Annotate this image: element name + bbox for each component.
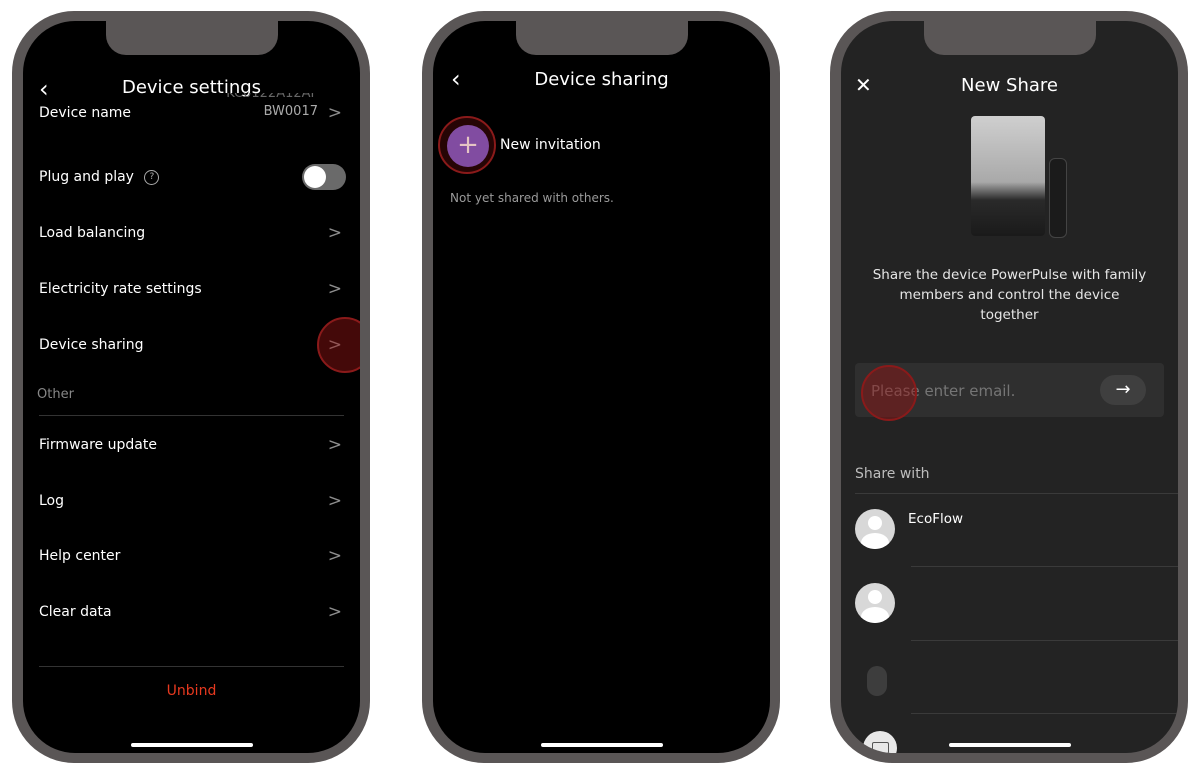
help-center-row[interactable]: Help center >: [23, 536, 360, 576]
home-indicator: [130, 743, 253, 747]
load-balancing-label: Load balancing: [39, 225, 146, 241]
share-description: Share the device PowerPulse with family …: [872, 267, 1147, 323]
device-charger-plug: [1049, 158, 1067, 238]
clear-data-row[interactable]: Clear data >: [23, 592, 360, 632]
divider: [911, 566, 1178, 567]
section-other-label: Other: [37, 387, 74, 402]
faint-avatar: [867, 666, 887, 696]
screen-device-sharing: ‹ Device sharing + New invitation Not ye…: [433, 21, 770, 753]
avatar-head: [868, 590, 882, 604]
screen-device-settings: ‹ Device settings Device name KC0122A12A…: [23, 21, 360, 753]
device-image: [971, 116, 1067, 240]
share-with-label: Share with: [855, 466, 930, 482]
new-invitation-label: New invitation: [500, 137, 601, 153]
log-row[interactable]: Log >: [23, 481, 360, 521]
home-indicator: [948, 743, 1071, 747]
new-invitation-button[interactable]: + New invitation: [438, 116, 647, 174]
device-name-label: Device name: [39, 105, 132, 121]
phone-device-settings: ‹ Device settings Device name KC0122A12A…: [12, 11, 370, 763]
avatar-body: [861, 607, 889, 623]
email-field[interactable]: [869, 363, 1073, 419]
chevron-right-icon: >: [327, 602, 342, 622]
device-name-value-line1: KC0122A12AF: [226, 93, 318, 101]
contact-name: EcoFlow: [908, 511, 964, 527]
avatar-head: [868, 516, 882, 530]
device-glyph: [872, 742, 889, 753]
chevron-right-icon: >: [327, 546, 342, 566]
page-title: New Share: [961, 75, 1058, 96]
avatar: [855, 583, 895, 623]
chevron-right-icon: >: [327, 491, 342, 511]
device-name-value-line2: BW0017: [263, 104, 318, 119]
device-sharing-row[interactable]: Device sharing >: [23, 325, 360, 365]
chevron-right-icon: >: [327, 279, 342, 299]
screen-new-share: ✕ New Share Share the device PowerPulse …: [841, 21, 1178, 753]
submit-arrow-button[interactable]: →: [1100, 375, 1146, 405]
phone-device-sharing: ‹ Device sharing + New invitation Not ye…: [422, 11, 780, 763]
electricity-rate-row[interactable]: Electricity rate settings >: [23, 269, 360, 309]
contact-item[interactable]: EcoFlow: [841, 497, 1178, 567]
divider: [855, 493, 1178, 494]
phone-notch: [105, 21, 278, 55]
chevron-right-icon: >: [327, 435, 342, 455]
chevron-right-icon: >: [327, 103, 342, 123]
help-center-label: Help center: [39, 548, 121, 564]
empty-state-text: Not yet shared with others.: [450, 191, 614, 205]
plug-and-play-text: Plug and play: [39, 169, 134, 185]
clear-data-label: Clear data: [39, 604, 112, 620]
divider: [39, 415, 344, 416]
toggle-knob: [304, 166, 326, 188]
device-name-value: KC0122A12AF BW0017: [226, 93, 318, 121]
avatar: [855, 509, 895, 549]
firmware-update-row[interactable]: Firmware update >: [23, 425, 360, 465]
divider: [911, 713, 1178, 714]
contact-item[interactable]: [841, 571, 1178, 641]
device-name-row[interactable]: Device name KC0122A12AF BW0017 >: [23, 93, 360, 133]
unbind-button[interactable]: Unbind: [23, 683, 360, 699]
device-charger-body: [971, 116, 1045, 236]
page-title: Device sharing: [534, 69, 669, 90]
plug-and-play-row: Plug and play ?: [23, 157, 360, 197]
email-input-container: →: [855, 363, 1164, 419]
home-indicator: [540, 743, 663, 747]
device-sharing-label: Device sharing: [39, 337, 144, 353]
load-balancing-row[interactable]: Load balancing >: [23, 213, 360, 253]
device-avatar-icon: [863, 731, 897, 753]
electricity-rate-label: Electricity rate settings: [39, 281, 202, 297]
chevron-right-icon: >: [327, 335, 342, 355]
chevron-right-icon: >: [327, 223, 342, 243]
log-label: Log: [39, 493, 65, 509]
plug-and-play-toggle[interactable]: [302, 164, 346, 190]
divider: [39, 666, 344, 667]
plus-circle-icon: +: [447, 125, 489, 167]
phone-notch: [515, 21, 688, 55]
plug-and-play-label: Plug and play ?: [39, 169, 160, 185]
divider: [911, 640, 1178, 641]
firmware-update-label: Firmware update: [39, 437, 157, 453]
phone-notch: [923, 21, 1096, 55]
phone-new-share: ✕ New Share Share the device PowerPulse …: [830, 11, 1188, 763]
avatar-body: [861, 533, 889, 549]
help-circle-icon[interactable]: ?: [144, 169, 160, 185]
